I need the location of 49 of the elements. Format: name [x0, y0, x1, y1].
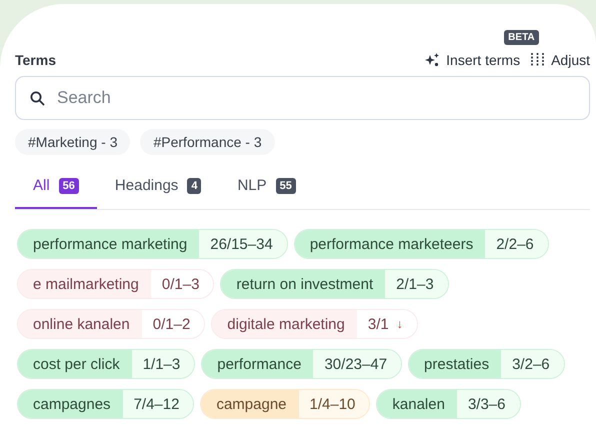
filter-chip[interactable]: #Marketing - 3: [15, 129, 130, 155]
section-title: Terms: [15, 52, 56, 70]
sliders-icon: [530, 53, 546, 67]
term-chip[interactable]: digitale marketing 3/1 ↓: [211, 309, 418, 339]
term-chip[interactable]: campagnes 7/4–12: [17, 389, 194, 419]
term-chip[interactable]: performance marketing 26/15–34: [17, 229, 288, 259]
term-usage: 3/3–6: [456, 390, 520, 418]
term-label: campagne: [201, 390, 299, 418]
count-badge: 4: [187, 178, 202, 194]
beta-badge: BETA: [504, 30, 539, 45]
insert-terms-button[interactable]: Insert terms: [424, 50, 520, 70]
filter-chip[interactable]: #Performance - 3: [140, 129, 275, 155]
tab[interactable]: NLP 55: [219, 169, 314, 209]
search-icon: [30, 91, 45, 106]
count-badge: 56: [58, 178, 79, 194]
term-label: performance marketing: [18, 230, 200, 258]
term-usage: 2/2–6: [485, 230, 548, 258]
tab[interactable]: All 56: [15, 169, 97, 209]
term-usage: 3/2–6: [501, 350, 564, 378]
count-badge: 55: [276, 178, 296, 194]
term-label: return on investment: [221, 270, 386, 298]
sparkle-icon: [424, 53, 440, 67]
term-label: digitale marketing: [212, 310, 357, 338]
term-usage: 1/1–3: [132, 350, 194, 378]
term-chip[interactable]: online kanalen 0/1–2: [17, 309, 206, 339]
term-label: prestaties: [409, 350, 502, 378]
term-label: kanalen: [377, 390, 457, 418]
term-label: campagnes: [18, 390, 123, 418]
term-chip[interactable]: e mailmarketing 0/1–3: [17, 269, 214, 299]
term-chip[interactable]: campagne 1/4–10: [200, 389, 370, 419]
term-usage: 7/4–12: [122, 390, 194, 418]
term-chip[interactable]: performance 30/23–47: [201, 349, 402, 379]
adjust-button[interactable]: Adjust: [530, 50, 590, 70]
term-chip[interactable]: prestaties 3/2–6: [408, 349, 565, 379]
search-field[interactable]: Search: [15, 76, 590, 120]
tab[interactable]: Headings 4: [96, 169, 220, 209]
term-label: e mailmarketing: [18, 270, 151, 298]
term-label: cost per click: [18, 350, 132, 378]
term-label: performance: [202, 350, 314, 378]
term-label: online kanalen: [18, 310, 142, 338]
term-usage: 2/1–3: [385, 270, 448, 298]
term-chip[interactable]: performance marketeers 2/2–6: [294, 229, 549, 259]
term-usage: 26/15–34: [199, 230, 287, 258]
term-chip[interactable]: kanalen 3/3–6: [376, 389, 520, 419]
term-chip[interactable]: cost per click 1/1–3: [17, 349, 196, 379]
term-usage: 1/4–10: [298, 390, 370, 418]
term-chip[interactable]: return on investment 2/1–3: [220, 269, 449, 299]
term-usage: 30/23–47: [313, 350, 402, 378]
term-label: performance marketeers: [294, 230, 486, 258]
